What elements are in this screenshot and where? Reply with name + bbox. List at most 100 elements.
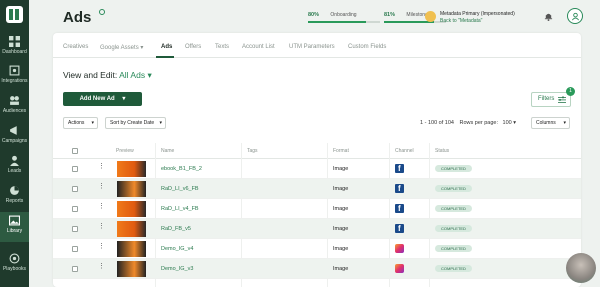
- tab-creatives[interactable]: Creatives: [63, 44, 88, 50]
- sidebar: Dashboard Integrations Audiences Campaig…: [0, 0, 29, 287]
- ad-preview-thumbnail[interactable]: [117, 181, 146, 197]
- ad-name-link[interactable]: Demo_IG_v3: [161, 266, 193, 272]
- tab-google-assets[interactable]: Google Assets ▾: [100, 44, 143, 51]
- tab-ads[interactable]: Ads: [161, 44, 172, 50]
- top-header: Ads 80% Onboarding 81% Milestones Metada…: [29, 0, 600, 33]
- column-header-channel[interactable]: Channel: [395, 148, 414, 154]
- user-avatar-button[interactable]: [567, 8, 583, 24]
- row-checkbox[interactable]: [72, 206, 78, 212]
- sidebar-item-audiences[interactable]: Audiences: [0, 92, 29, 122]
- column-header-tags[interactable]: Tags: [247, 148, 258, 154]
- info-icon[interactable]: [99, 9, 105, 15]
- tab-bar: Creatives Google Assets ▾ Ads Offers Tex…: [53, 33, 581, 58]
- more-vertical-icon[interactable]: ⋮: [98, 203, 105, 210]
- row-checkbox[interactable]: [72, 226, 78, 232]
- table-row[interactable]: ⋮ RaD_LI_v4_FB Image f COMPLETED: [53, 199, 581, 219]
- milestones-bar: [384, 21, 446, 23]
- more-vertical-icon[interactable]: ⋮: [98, 163, 105, 170]
- facebook-icon: f: [395, 164, 404, 173]
- filters-label: Filters: [538, 96, 555, 102]
- column-header-format[interactable]: Format: [333, 148, 349, 154]
- actions-dropdown[interactable]: Actions ▾: [63, 117, 98, 129]
- account-logo: [425, 11, 436, 22]
- onboarding-progress[interactable]: 80% Onboarding: [308, 12, 380, 23]
- sidebar-item-dashboard[interactable]: Dashboard: [0, 33, 29, 63]
- more-vertical-icon[interactable]: ⋮: [98, 223, 105, 230]
- tab-utm-parameters[interactable]: UTM Parameters: [289, 44, 335, 50]
- sidebar-item-leads[interactable]: Leads: [0, 152, 29, 182]
- status-badge: COMPLETED: [435, 245, 472, 252]
- sidebar-item-campaigns[interactable]: Campaigns: [0, 122, 29, 152]
- view-prefix: View and Edit:: [63, 70, 118, 80]
- ad-preview-thumbnail[interactable]: [117, 161, 146, 177]
- row-checkbox[interactable]: [72, 166, 78, 172]
- table-row[interactable]: ⋮ Demo_IG_v3 Image COMPLETED: [53, 259, 581, 279]
- more-vertical-icon[interactable]: ⋮: [98, 263, 105, 270]
- sidebar-item-label: Audiences: [2, 108, 27, 114]
- ad-name-link[interactable]: RaD_LI_v4_FB: [161, 206, 199, 212]
- milestones-bar-fill: [384, 21, 435, 23]
- facebook-icon: f: [395, 204, 404, 213]
- megaphone-icon: [10, 126, 17, 135]
- ad-format: Image: [333, 226, 349, 232]
- column-header-status[interactable]: Status: [435, 148, 449, 154]
- sidebar-item-label: Library: [6, 228, 23, 234]
- table-row[interactable]: ⋮ Demo_IG_v4 Image COMPLETED: [53, 239, 581, 259]
- instagram-icon: [395, 264, 404, 273]
- more-vertical-icon[interactable]: ⋮: [98, 243, 105, 250]
- sidebar-item-playbooks[interactable]: Playbooks: [0, 250, 29, 280]
- ad-name-link[interactable]: ebook_B1_FB_2: [161, 166, 202, 172]
- pie-chart-icon: [10, 186, 19, 195]
- column-header-preview[interactable]: Preview: [116, 148, 134, 154]
- ad-preview-thumbnail[interactable]: [117, 261, 146, 277]
- image-icon: [9, 215, 20, 226]
- chevron-down-icon: ▾: [147, 70, 152, 80]
- row-checkbox[interactable]: [72, 266, 78, 272]
- table-row[interactable]: ⋮ RaD_LI_v6_FB Image f COMPLETED: [53, 179, 581, 199]
- more-vertical-icon[interactable]: ⋮: [98, 183, 105, 190]
- status-badge: COMPLETED: [435, 165, 472, 172]
- row-checkbox[interactable]: [72, 186, 78, 192]
- page-title: Ads: [63, 9, 92, 26]
- tab-account-list[interactable]: Account List: [242, 44, 275, 50]
- milestones-percent: 81%: [384, 12, 396, 18]
- rows-per-page-select[interactable]: 100: [503, 120, 512, 126]
- view-selector[interactable]: View and Edit: All Ads ▾: [63, 70, 152, 81]
- app-logo[interactable]: [6, 6, 23, 23]
- add-new-ad-button[interactable]: Add New Ad ▾: [63, 92, 142, 106]
- assistant-avatar[interactable]: [566, 253, 596, 283]
- tab-texts[interactable]: Texts: [215, 44, 229, 50]
- row-checkbox[interactable]: [72, 246, 78, 252]
- filters-button[interactable]: Filters: [531, 92, 571, 107]
- filters-count-badge: 1: [566, 87, 575, 96]
- ad-preview-thumbnail[interactable]: [117, 201, 146, 217]
- instagram-icon: [395, 244, 404, 253]
- ads-card: Creatives Google Assets ▾ Ads Offers Tex…: [53, 33, 581, 287]
- bell-icon[interactable]: [544, 12, 553, 21]
- view-value[interactable]: All Ads: [119, 70, 145, 80]
- table-row[interactable]: ⋮ RaD_FB_v5 Image f COMPLETED: [53, 219, 581, 239]
- select-all-checkbox[interactable]: [72, 148, 78, 154]
- dashboard-icon: [9, 36, 20, 47]
- ad-name-link[interactable]: Demo_IG_v4: [161, 246, 193, 252]
- back-to-account-link[interactable]: Back to "Metadata": [440, 18, 482, 24]
- column-header-name[interactable]: Name: [161, 148, 174, 154]
- sort-dropdown[interactable]: Sort by Create Date ▾: [105, 117, 166, 129]
- pagination: 1 - 100 of 104 Rows per page: 100 ▾: [420, 120, 516, 126]
- onboarding-percent: 80%: [308, 12, 320, 18]
- sidebar-item-reports[interactable]: Reports: [0, 182, 29, 212]
- sidebar-item-library[interactable]: Library: [0, 212, 29, 242]
- table-row[interactable]: ⋮ ebook_B1_FB_2 Image f COMPLETED: [53, 159, 581, 179]
- ad-name-link[interactable]: RaD_FB_v5: [161, 226, 191, 232]
- ad-preview-thumbnail[interactable]: [117, 221, 146, 237]
- sort-label: Sort by Create Date: [110, 120, 155, 126]
- ad-preview-thumbnail[interactable]: [117, 241, 146, 257]
- columns-dropdown[interactable]: Columns ▾: [531, 117, 570, 129]
- sidebar-item-integrations[interactable]: Integrations: [0, 62, 29, 92]
- tab-custom-fields[interactable]: Custom Fields: [348, 44, 386, 50]
- ad-name-link[interactable]: RaD_LI_v6_FB: [161, 186, 199, 192]
- audiences-icon: [10, 96, 19, 105]
- tab-google-assets-label: Google Assets: [100, 45, 139, 51]
- tab-offers[interactable]: Offers: [185, 44, 201, 50]
- milestones-progress[interactable]: 81% Milestones: [384, 12, 446, 23]
